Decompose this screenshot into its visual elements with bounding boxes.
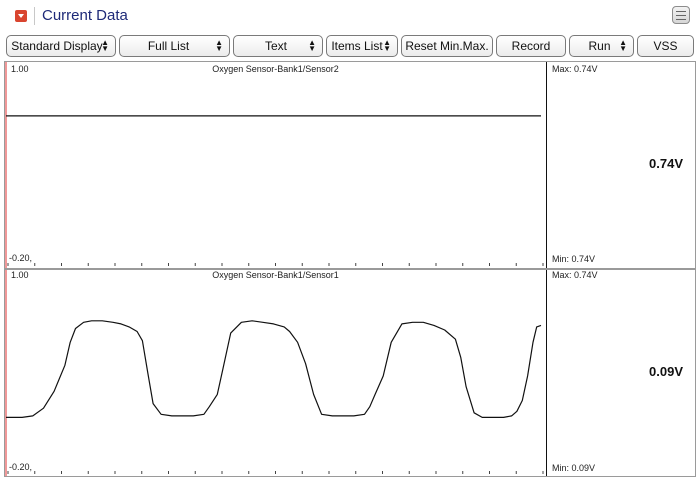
plot-area-sensor1: 1.00 Oxygen Sensor-Bank1/Sensor1 -0.20, [5,270,546,476]
max-value: Max: 0.74V [552,270,598,280]
toolbar: Standard Display ▲ ▼ Full List ▲ ▼ Text ▲ ▼… [0,34,700,60]
updown-arrow-icon: ▲ ▼ [619,38,627,53]
run-label: Run [588,39,611,53]
items-list-label: Items List [331,39,383,53]
updown-arrow-icon: ▲ ▼ [215,38,223,53]
y-min-label: -0.20, [9,462,33,472]
min-value: Min: 0.74V [552,254,596,264]
record-label: Record [511,39,551,53]
graph-pane-sensor1: 1.00 Oxygen Sensor-Bank1/Sensor1 -0.20, … [5,270,695,476]
menu-icon[interactable] [672,6,690,24]
collapse-arrow-icon[interactable] [15,10,27,22]
sensor-title: Oxygen Sensor-Bank1/Sensor1 [212,270,339,280]
record-button[interactable]: Record [496,35,566,57]
title-separator [34,7,35,25]
standard-display-dropdown[interactable]: Standard Display ▲ ▼ [6,35,116,57]
full-list-dropdown[interactable]: Full List ▲ ▼ [119,35,230,57]
max-value: Max: 0.74V [552,64,598,74]
plot-area-sensor2: 1.00 Oxygen Sensor-Bank1/Sensor2 -0.20, [5,62,546,268]
full-list-label: Full List [147,39,190,53]
updown-arrow-icon: ▲ ▼ [308,38,316,53]
vss-label: VSS [653,39,678,53]
reset-min-max-label: Reset Min.Max. [405,39,489,53]
min-value: Min: 0.09V [552,463,596,473]
run-dropdown[interactable]: Run ▲ ▼ [569,35,634,57]
sensor-title: Oxygen Sensor-Bank1/Sensor2 [212,64,339,74]
items-list-dropdown[interactable]: Items List ▲ ▼ [326,35,398,57]
graph-pane-sensor2: 1.00 Oxygen Sensor-Bank1/Sensor2 -0.20, … [5,62,695,268]
current-value: 0.74V [649,156,683,171]
graph-area: 1.00 Oxygen Sensor-Bank1/Sensor2 -0.20, … [4,61,696,477]
title-bar: Current Data [0,0,700,32]
standard-display-label: Standard Display [11,39,103,53]
sensor-voltage-trace [6,320,542,418]
current-value: 0.09V [649,364,683,379]
value-panel-sensor2: Max: 0.74V 0.74V Min: 0.74V [546,62,695,268]
sensor1-chart [5,270,544,476]
text-label: Text [264,39,287,53]
updown-arrow-icon: ▲ ▼ [101,38,109,53]
sensor2-chart [5,62,544,268]
updown-arrow-icon: ▲ ▼ [383,38,391,53]
text-dropdown[interactable]: Text ▲ ▼ [233,35,323,57]
reset-min-max-button[interactable]: Reset Min.Max. [401,35,493,57]
window-title: Current Data [42,7,128,24]
y-min-label: -0.20, [9,253,33,263]
vss-button[interactable]: VSS [637,35,694,57]
value-panel-sensor1: Max: 0.74V 0.09V Min: 0.09V [546,270,695,476]
